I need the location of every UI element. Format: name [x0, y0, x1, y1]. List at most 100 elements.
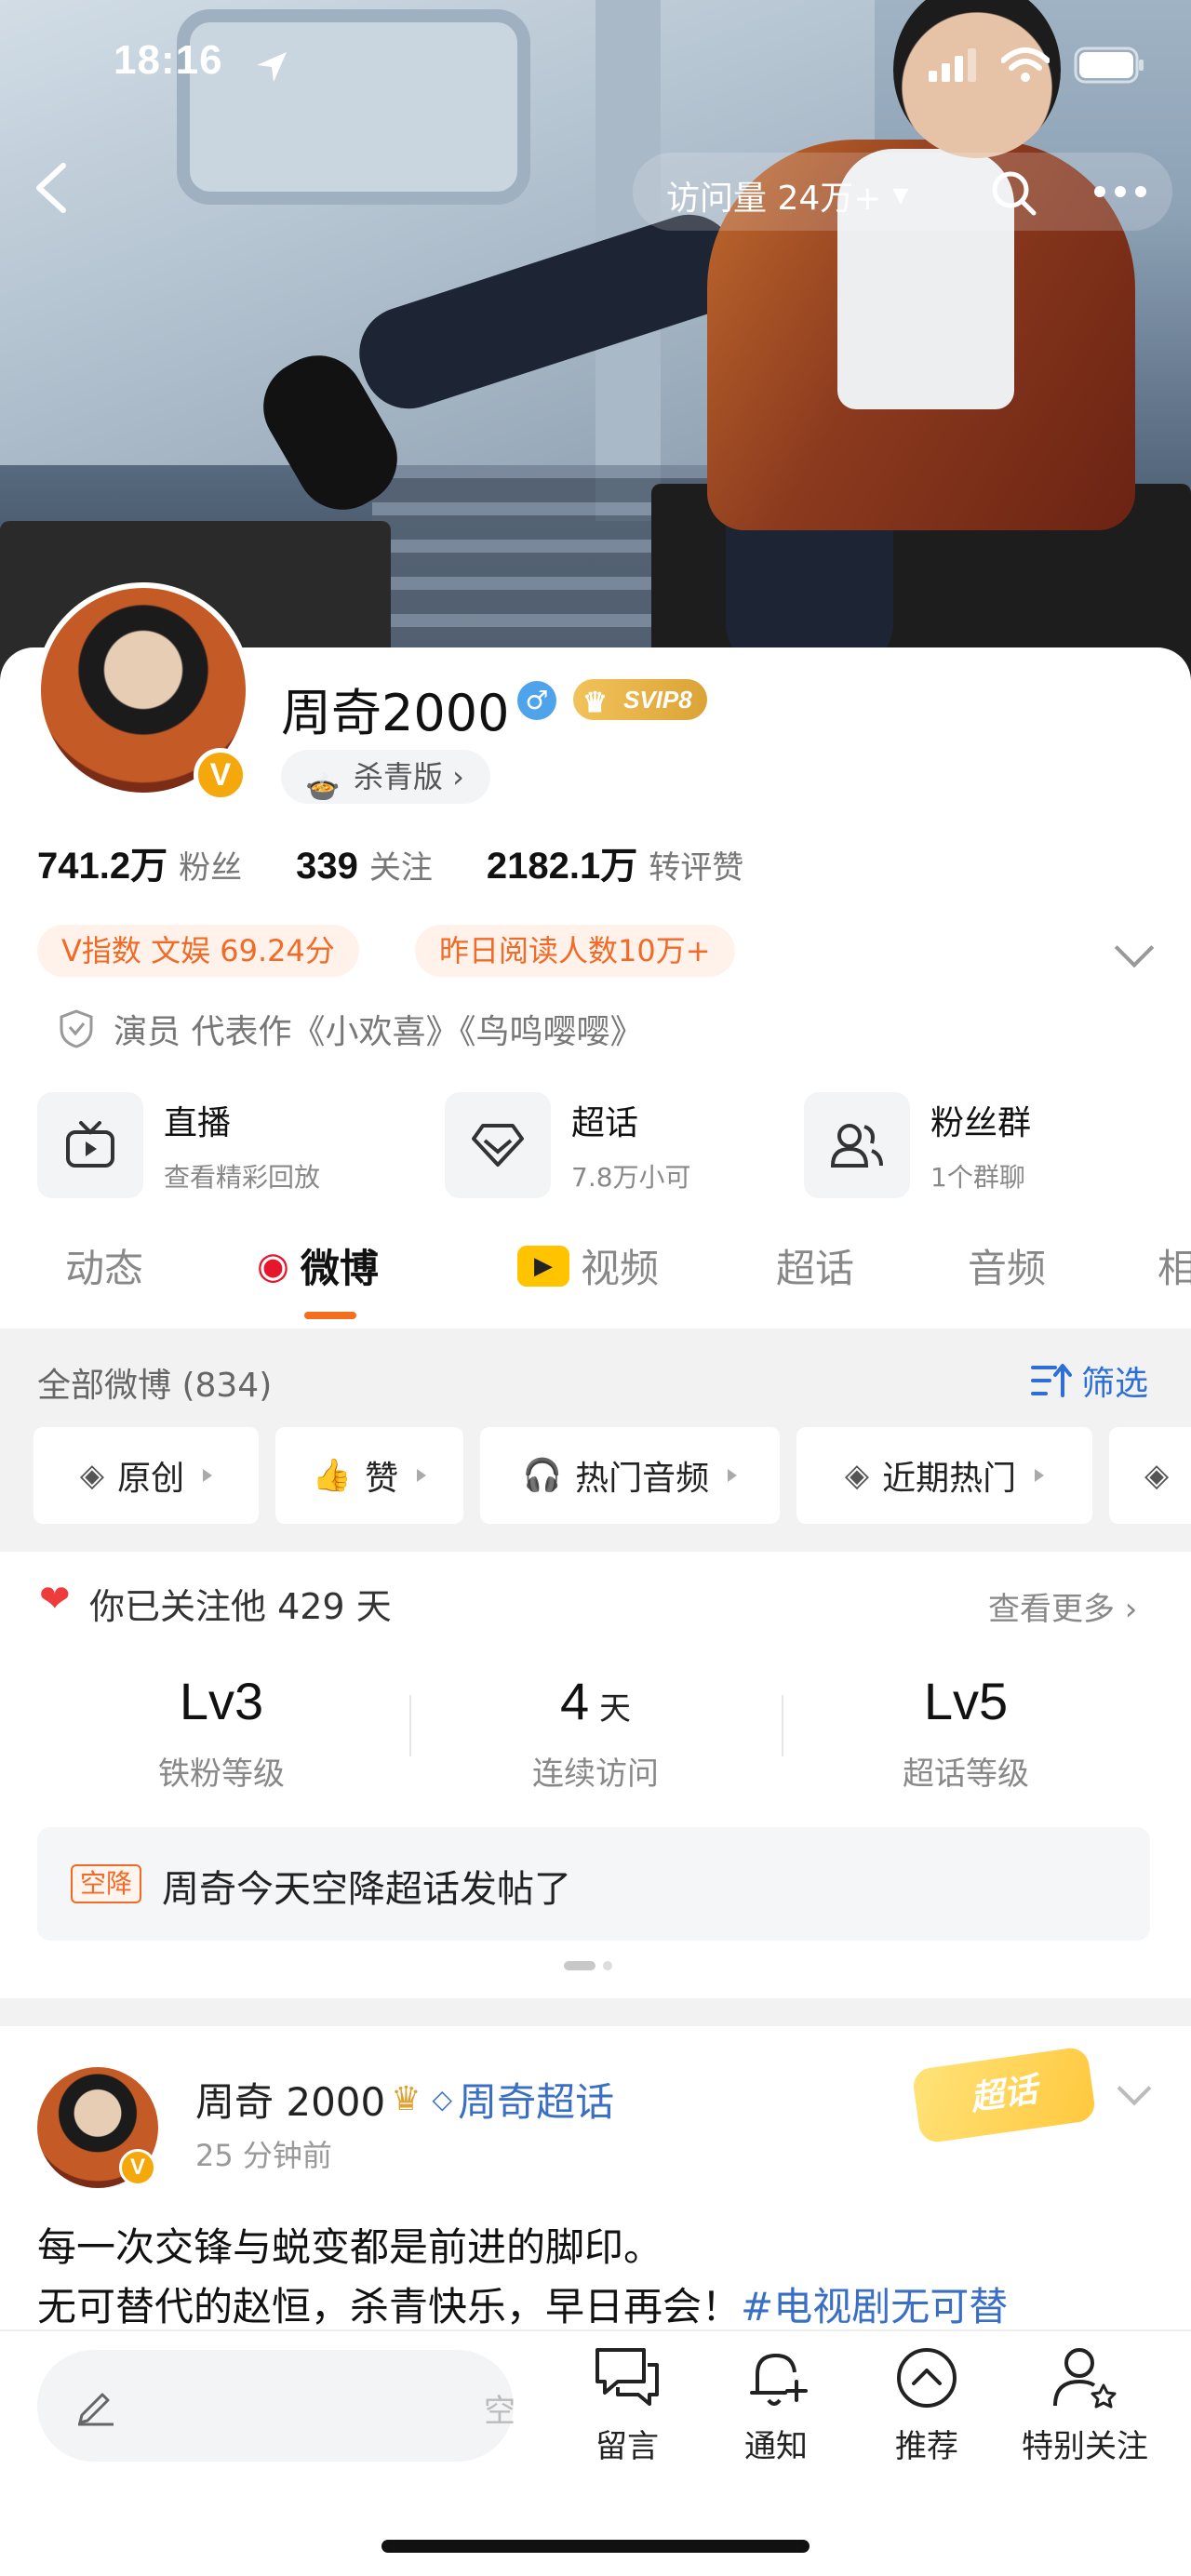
up-circle-icon: [897, 2348, 957, 2408]
bar-label: 推荐: [895, 2428, 958, 2465]
feature-subtitle: 查看精彩回放: [164, 1162, 321, 1193]
visits-dropdown[interactable]: 访问量 24万+ ▼: [666, 171, 908, 220]
chip-arrow-icon: [728, 1469, 738, 1482]
follow-duration: 你已关注他 429 天: [89, 1586, 392, 1627]
level-value: Lv3: [179, 1672, 264, 1730]
v-index-tag[interactable]: V指数 文娱 69.24分: [37, 925, 359, 977]
chip-more[interactable]: ◈: [1109, 1427, 1191, 1524]
special-follow-button[interactable]: 特别关注: [1010, 2344, 1159, 2466]
daily-readers-tag[interactable]: 昨日阅读人数10万+: [415, 925, 735, 977]
chip-likes[interactable]: 👍 赞: [275, 1427, 463, 1524]
post-supertopic-link[interactable]: 周奇超话: [458, 2071, 614, 2128]
level-label: 超话等级: [903, 1755, 1029, 1793]
bell-plus-icon: [750, 2353, 808, 2406]
crown-icon: ♛: [391, 2080, 422, 2118]
chip-hot-audio[interactable]: 🎧 热门音频: [480, 1427, 780, 1524]
dot-active: [564, 1961, 596, 1970]
recommend-button[interactable]: 推荐: [862, 2344, 992, 2466]
feature-subtitle: 7.8万小可: [571, 1162, 691, 1193]
chip-recent-hot[interactable]: ◈ 近期热门: [796, 1427, 1092, 1524]
home-indicator: [381, 2540, 810, 2553]
notify-button[interactable]: 通知: [711, 2344, 841, 2466]
svip-label: SVIP8: [623, 686, 692, 714]
cellular-signal-icon: [929, 48, 976, 82]
post-verified-badge: V: [119, 2149, 156, 2186]
filter-button[interactable]: 筛选: [1031, 1356, 1148, 1405]
group-icon: [804, 1092, 910, 1198]
filter-label: 筛选: [1081, 1365, 1149, 1403]
role-line: 演员 代表作《小欢喜》《鸟鸣嘤嘤》: [58, 1005, 643, 1053]
tab-label: 微博: [300, 1246, 379, 1291]
back-icon[interactable]: [30, 160, 74, 216]
feature-subtitle: 1个群聊: [930, 1162, 1025, 1193]
more-icon[interactable]: [1092, 182, 1148, 201]
visits-label: 访问量 24万+: [666, 180, 882, 218]
chip-arrow-icon: [1035, 1469, 1045, 1482]
see-more-link[interactable]: 查看更多 ›: [988, 1583, 1137, 1629]
search-icon[interactable]: [988, 167, 1038, 218]
gender-male-icon: ♂: [517, 681, 556, 720]
cover-plane-window: [177, 9, 530, 205]
filter-icon: [1031, 1364, 1072, 1397]
comment-input[interactable]: 空: [37, 2350, 515, 2462]
post-text-line: 无可替代的赵恒，杀青快乐，早日再会！#电视剧无可替: [37, 2276, 1008, 2332]
section-separator: [0, 1998, 1191, 2026]
stat-value: 741.2万: [37, 846, 168, 887]
feature-supertopic[interactable]: 超话 7.8万小可: [445, 1090, 691, 1200]
stat-engagement[interactable]: 2182.1万 转评赞: [487, 835, 743, 889]
chip-arrow-icon: [417, 1469, 427, 1482]
level-label: 连续访问: [532, 1755, 659, 1793]
tab-weibo[interactable]: ◉ 微博: [257, 1237, 379, 1294]
carousel-dots: [564, 1961, 612, 1970]
airdrop-notice[interactable]: 空降 周奇今天空降超话发帖了: [37, 1827, 1150, 1941]
bar-label: 留言: [596, 2428, 659, 2465]
weibo-logo-icon: ◉: [257, 1244, 289, 1288]
stat-label: 粉丝: [179, 849, 243, 887]
status-icons: [929, 47, 1146, 84]
stat-followers[interactable]: 741.2万 粉丝: [37, 835, 242, 889]
chip-original[interactable]: ◈ 原创: [33, 1427, 259, 1524]
profile-stats: 741.2万 粉丝 339 关注 2182.1万 转评赞: [37, 835, 743, 889]
verified-badge: V: [194, 748, 248, 802]
feature-title: 超话: [571, 1104, 639, 1142]
svip-badge[interactable]: ♛ SVIP8: [573, 679, 707, 720]
fan-level[interactable]: Lv3 铁粉等级: [82, 1671, 361, 1794]
caret-down-icon: ▼: [892, 183, 909, 207]
feature-fan-group[interactable]: 粉丝群 1个群聊: [804, 1090, 1031, 1200]
stat-value: 2182.1万: [486, 846, 638, 887]
divider: [409, 1695, 411, 1756]
post-hashtag[interactable]: #电视剧无可替: [741, 2284, 1008, 2329]
feature-live[interactable]: 直播 查看精彩回放: [37, 1090, 320, 1200]
level-label: 铁粉等级: [158, 1755, 285, 1793]
profile-page: 18:16 访问量 24万+ ▼ V 周奇2000 ♂ ♛ SVIP8 🍲 杀青…: [0, 0, 1191, 2576]
visit-streak[interactable]: 4 天 连续访问: [456, 1671, 735, 1794]
tab-feed[interactable]: 动态: [65, 1237, 143, 1294]
airdrop-text: 周奇今天空降超话发帖了: [162, 1868, 571, 1911]
stat-label: 关注: [368, 849, 433, 887]
message-button[interactable]: 留言: [562, 2344, 692, 2466]
tab-album[interactable]: 相: [1158, 1237, 1191, 1294]
crown-icon: ♛: [582, 687, 608, 718]
post-time: 25 分钟前: [195, 2138, 332, 2173]
post-author[interactable]: 周奇 2000: [195, 2071, 385, 2128]
feature-title: 粉丝群: [930, 1104, 1032, 1142]
profile-tabs: 动态 ◉ 微博 ▶ 视频 超话 音频 相: [0, 1237, 1191, 1321]
wrap-tag-label: 杀青版 ›: [354, 759, 464, 794]
level-value: 4: [560, 1672, 590, 1730]
chip-arrow-icon: [203, 1469, 213, 1482]
battery-icon: [1074, 47, 1144, 84]
chip-label: 原创: [117, 1460, 185, 1498]
pencil-icon: [78, 2393, 114, 2426]
wifi-icon: [1001, 47, 1050, 82]
wrap-edition-tag[interactable]: 🍲 杀青版 ›: [281, 750, 490, 804]
tab-audio[interactable]: 音频: [968, 1237, 1046, 1294]
post-text: 无可替代的赵恒，杀青快乐，早日再会！: [37, 2284, 742, 2329]
diamond-icon: ◇: [432, 2084, 453, 2115]
supertopic-level[interactable]: Lv5 超话等级: [826, 1671, 1105, 1794]
tab-video[interactable]: ▶ 视频: [517, 1237, 659, 1294]
level-unit: 天: [589, 1690, 631, 1728]
tab-supertopic[interactable]: 超话: [776, 1237, 854, 1294]
stat-following[interactable]: 339 关注: [296, 842, 433, 888]
level-value: Lv5: [923, 1672, 1009, 1730]
chip-label: 近期热门: [882, 1460, 1017, 1498]
